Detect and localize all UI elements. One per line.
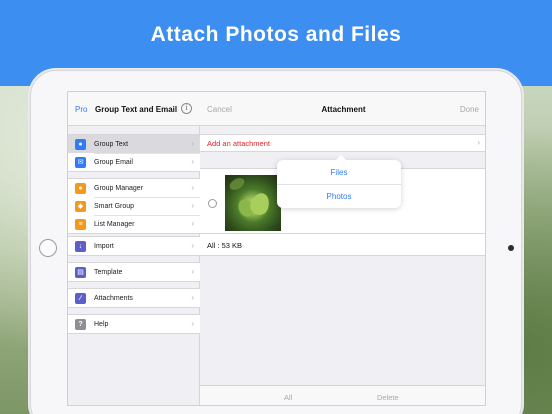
sidebar-item-label: Template: [94, 268, 123, 276]
files-option[interactable]: Files: [277, 160, 401, 184]
people-icon: ●: [75, 182, 86, 194]
paperclip-icon: ∕: [75, 292, 86, 304]
sidebar-item-label: Import: [94, 242, 114, 250]
size-summary-label: All : 53 KB: [207, 241, 243, 250]
chevron-right-icon: ›: [477, 138, 480, 147]
sidebar-item-group-text[interactable]: ● Group Text ›: [68, 135, 200, 153]
sidebar-group: ● Group Text › ✉ Group Email ›: [68, 134, 200, 172]
sidebar-item-group-email[interactable]: ✉ Group Email ›: [68, 153, 200, 171]
detail-panel: Cancel Attachment Done Add an attachment…: [200, 92, 485, 405]
detail-nav-bar: Cancel Attachment Done: [200, 92, 485, 126]
chevron-right-icon: ›: [191, 157, 194, 166]
chevron-right-icon: ›: [191, 241, 194, 250]
chevron-right-icon: ›: [191, 139, 194, 148]
delete-button[interactable]: Delete: [377, 393, 399, 402]
sidebar-item-label: Group Email: [94, 158, 133, 166]
sidebar: Pro Group Text and Email i ● Group Text › ✉…: [68, 92, 200, 405]
page-title: Attachment: [321, 105, 366, 114]
sidebar-item-help[interactable]: ? Help ›: [68, 315, 200, 333]
envelope-icon: ✉: [75, 156, 86, 168]
sidebar-nav-bar: Pro Group Text and Email i: [68, 92, 200, 126]
attachment-type-popover: Files Photos: [277, 155, 401, 208]
sidebar-item-template[interactable]: ▤ Template ›: [68, 263, 200, 281]
camera-icon: [508, 245, 514, 251]
chevron-right-icon: ›: [191, 183, 194, 192]
sidebar-item-label: Help: [94, 320, 109, 328]
select-radio[interactable]: [208, 199, 217, 208]
sidebar-item-group-manager[interactable]: ● Group Manager ›: [68, 179, 200, 197]
photos-option[interactable]: Photos: [277, 184, 401, 208]
import-icon: ↓: [75, 240, 86, 252]
add-attachment-label: Add an attachment: [207, 139, 270, 148]
sidebar-group: ● Group Manager › ◆ Smart Group › ≡ List Manage…: [68, 178, 200, 234]
chevron-right-icon: ›: [191, 319, 194, 328]
sidebar-group: ▤ Template ›: [68, 262, 200, 282]
sidebar-item-smart-group[interactable]: ◆ Smart Group ›: [68, 197, 200, 215]
smart-group-icon: ◆: [75, 200, 86, 212]
bottom-toolbar: All Delete: [200, 385, 485, 405]
list-icon: ≡: [75, 218, 86, 230]
sidebar-item-label: List Manager: [94, 220, 135, 228]
chevron-right-icon: ›: [191, 219, 194, 228]
select-all-button[interactable]: All: [284, 393, 292, 402]
photo-thumbnail[interactable]: [225, 175, 281, 231]
sidebar-item-label: Group Manager: [94, 184, 144, 192]
banner-title: Attach Photos and Files: [150, 23, 402, 46]
app-title: Group Text and Email: [95, 105, 178, 114]
add-attachment-row[interactable]: Add an attachment ›: [200, 134, 485, 152]
photo-leaf: [227, 175, 247, 193]
info-icon[interactable]: i: [181, 103, 192, 114]
sidebar-group: ∕ Attachments ›: [68, 288, 200, 308]
app-screen: Pro Group Text and Email i ● Group Text › ✉…: [67, 91, 486, 406]
chevron-right-icon: ›: [191, 293, 194, 302]
sidebar-item-label: Attachments: [94, 294, 133, 302]
sidebar-item-label: Group Text: [94, 140, 129, 148]
chevron-right-icon: ›: [191, 201, 194, 210]
sidebar-item-list-manager[interactable]: ≡ List Manager ›: [68, 215, 200, 233]
sidebar-item-import[interactable]: ↓ Import ›: [68, 237, 200, 255]
sidebar-group: ? Help ›: [68, 314, 200, 334]
help-icon: ?: [75, 318, 86, 330]
home-button: [39, 239, 57, 257]
sidebar-item-label: Smart Group: [94, 202, 135, 210]
template-icon: ▤: [75, 266, 86, 278]
chevron-right-icon: ›: [191, 267, 194, 276]
sidebar-group: ↓ Import ›: [68, 236, 200, 256]
sidebar-item-attachments[interactable]: ∕ Attachments ›: [68, 289, 200, 307]
pro-button[interactable]: Pro: [75, 105, 87, 114]
chat-bubble-icon: ●: [75, 138, 86, 150]
size-summary-row: All : 53 KB: [200, 234, 485, 256]
done-button[interactable]: Done: [460, 105, 479, 114]
